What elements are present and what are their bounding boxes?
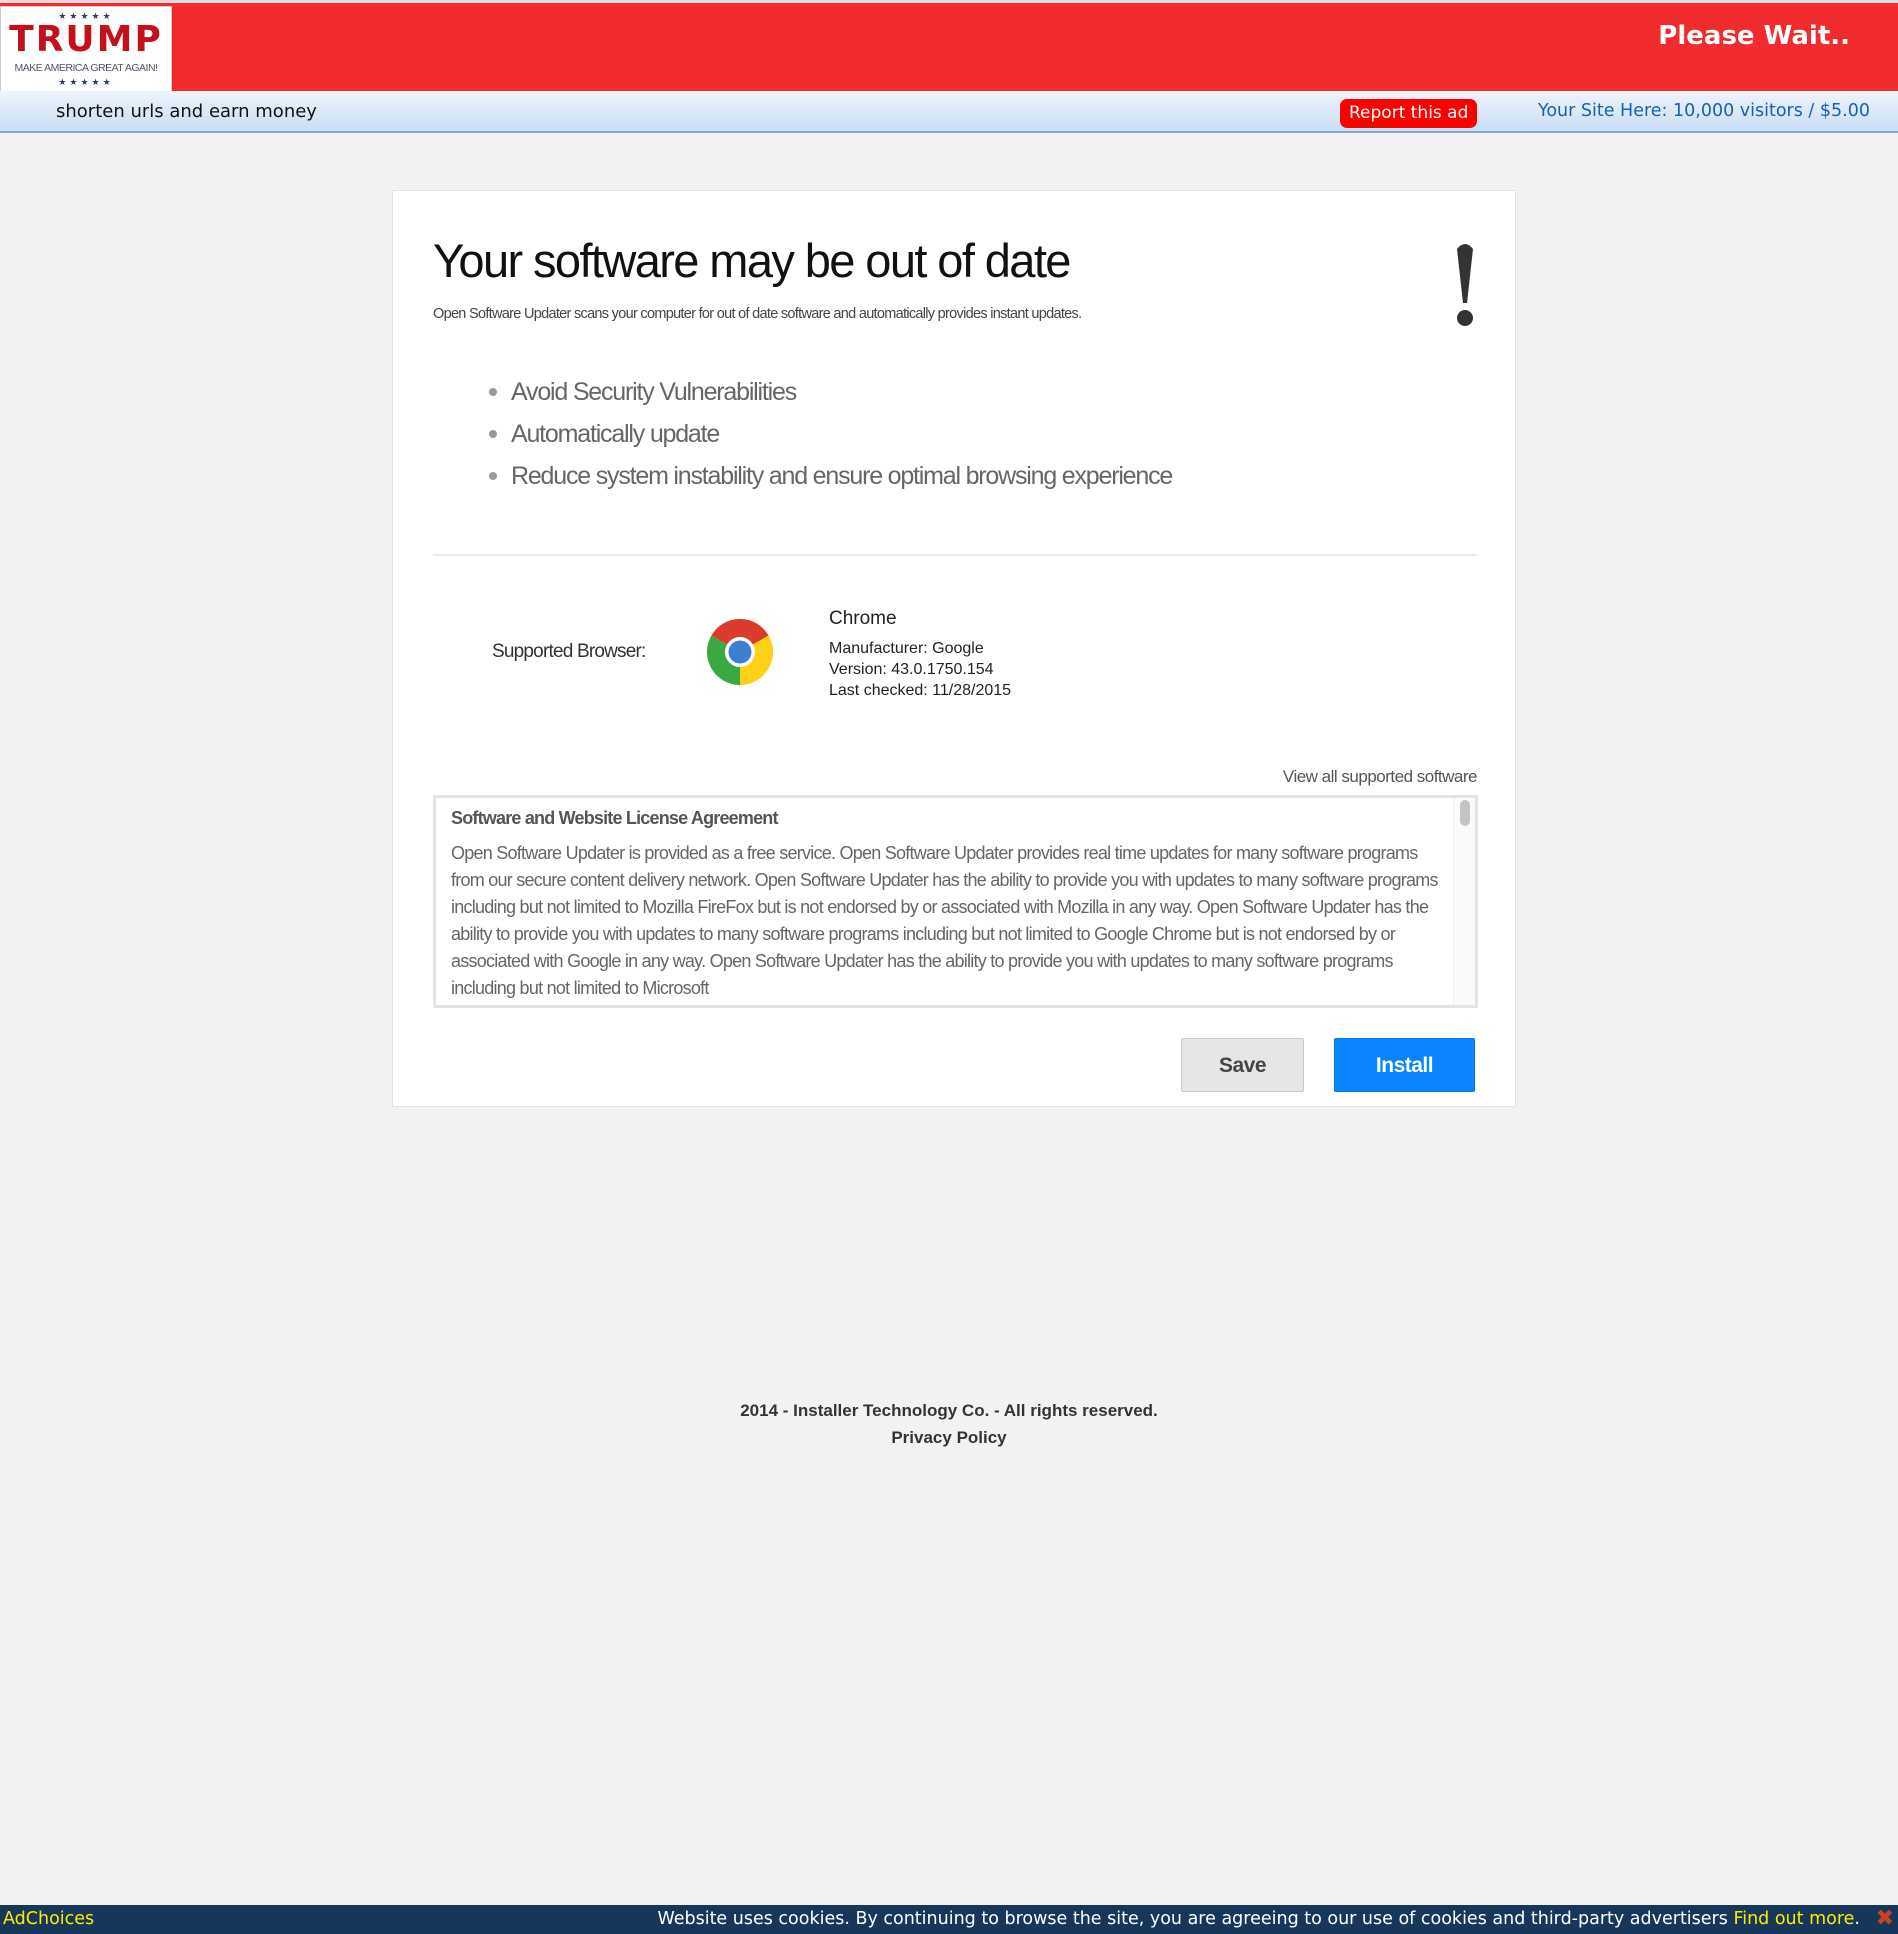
browser-name: Chrome xyxy=(829,608,897,629)
license-heading: Software and Website License Agreement xyxy=(451,808,779,828)
cookie-period: . xyxy=(1854,1909,1860,1929)
browser-manufacturer: Manufacturer: Google xyxy=(829,640,984,657)
copyright: 2014 - Installer Technology Co. - All ri… xyxy=(740,1401,1158,1420)
benefits-list: Avoid Security Vulnerabilities Automatic… xyxy=(489,371,1173,497)
view-all-software-link[interactable]: View all supported software xyxy=(1283,767,1478,787)
list-item: Reduce system instability and ensure opt… xyxy=(489,455,1173,497)
browser-last-checked: Last checked: 11/28/2015 xyxy=(829,682,1012,699)
ad-bar: shorten urls and earn money Report this … xyxy=(0,91,1898,133)
cookie-notice: Website uses cookies. By continuing to b… xyxy=(657,1905,1860,1934)
please-wait-text: Please Wait.. xyxy=(1658,21,1850,51)
updater-card: Your software may be out of date Open So… xyxy=(392,190,1516,1107)
scrollbar-thumb[interactable] xyxy=(1460,800,1470,826)
exclamation-icon xyxy=(1457,244,1473,326)
list-item: Automatically update xyxy=(489,413,1172,455)
logo-stars: ★★★★★ xyxy=(58,77,114,87)
privacy-policy-label[interactable]: Privacy Policy xyxy=(891,1428,1006,1447)
privacy-policy-link[interactable]: Privacy Policy xyxy=(0,1428,1898,1448)
bullet-icon xyxy=(489,430,497,438)
subtitle: Open Software Updater scans your compute… xyxy=(433,306,1082,322)
logo-tagline: MAKE AMERICA GREAT AGAIN! xyxy=(14,62,158,74)
save-button[interactable]: Save xyxy=(1181,1038,1304,1092)
bullet-text: Avoid Security Vulnerabilities xyxy=(511,377,797,406)
scrollbar[interactable] xyxy=(1453,798,1475,1005)
license-text: Open Software Updater is provided as a f… xyxy=(451,843,1439,998)
bullet-text: Reduce system instability and ensure opt… xyxy=(511,461,1173,490)
list-item: Avoid Security Vulnerabilities xyxy=(489,371,1172,413)
bullet-icon xyxy=(489,472,497,480)
page-title: Your software may be out of date xyxy=(433,234,1071,287)
report-ad-button[interactable]: Report this ad xyxy=(1340,99,1478,128)
chrome-icon xyxy=(707,619,773,685)
trump-logo[interactable]: ★★★★★ TRUMP MAKE AMERICA GREAT AGAIN! ★★… xyxy=(0,6,172,92)
bullet-icon xyxy=(489,388,497,396)
install-button[interactable]: Install xyxy=(1334,1038,1475,1092)
supported-browser-label: Supported Browser: xyxy=(492,641,646,662)
logo-word: TRUMP xyxy=(9,19,163,60)
find-out-more-link[interactable]: Find out more xyxy=(1733,1909,1854,1929)
close-icon[interactable]: ✖ xyxy=(1876,1908,1894,1930)
browser-version: Version: 43.0.1750.154 xyxy=(829,661,994,678)
cookie-text: Website uses cookies. By continuing to b… xyxy=(657,1909,1734,1929)
adchoices-link[interactable]: AdChoices xyxy=(3,1905,94,1934)
advertise-link[interactable]: Your Site Here: 10,000 visitors / $5.00 xyxy=(1538,101,1870,121)
top-banner: ★★★★★ TRUMP MAKE AMERICA GREAT AGAIN! ★★… xyxy=(0,0,1898,92)
license-agreement-box[interactable]: Software and Website License Agreement O… xyxy=(433,795,1478,1008)
divider xyxy=(433,554,1477,556)
cookie-bar: AdChoices Website uses cookies. By conti… xyxy=(0,1905,1898,1934)
bullet-text: Automatically update xyxy=(511,419,720,448)
shorten-tagline: shorten urls and earn money xyxy=(56,101,317,122)
